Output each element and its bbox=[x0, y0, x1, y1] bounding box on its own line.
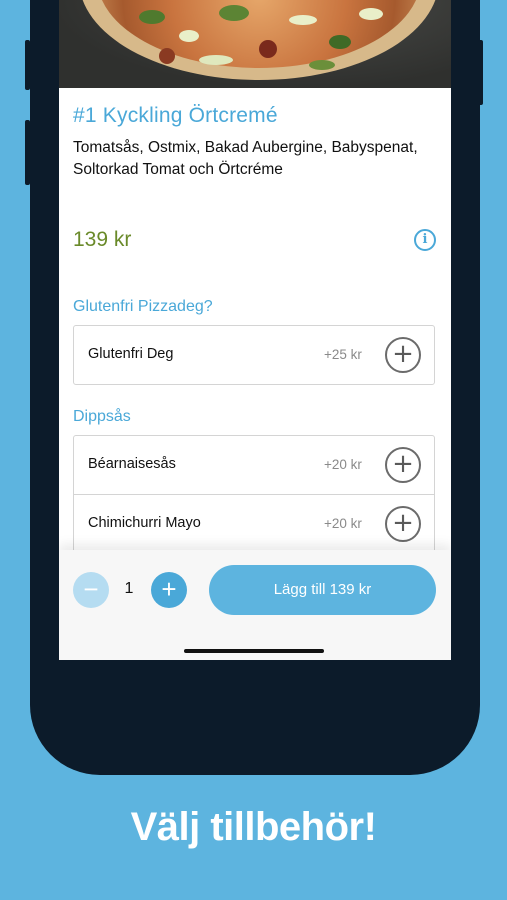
app-screen: #1 Kyckling Örtcremé Tomatsås, Ostmix, B… bbox=[59, 0, 451, 660]
product-description: Tomatsås, Ostmix, Bakad Aubergine, Babys… bbox=[73, 139, 418, 178]
option-row[interactable]: Béarnaisesås +20 kr + bbox=[74, 436, 434, 495]
add-option-button[interactable]: + bbox=[385, 337, 421, 373]
product-title: #1 Kyckling Örtcremé bbox=[73, 104, 278, 127]
cart-bar: − 1 + Lägg till 139 kr bbox=[59, 550, 451, 660]
option-name: Béarnaisesås bbox=[88, 456, 176, 472]
side-button bbox=[25, 120, 30, 185]
option-group-dip: Béarnaisesås +20 kr + Chimichurri Mayo +… bbox=[73, 435, 435, 554]
quantity-value: 1 bbox=[124, 580, 134, 597]
side-button bbox=[478, 40, 483, 105]
info-icon[interactable]: i bbox=[414, 229, 436, 251]
side-button bbox=[25, 40, 30, 90]
option-price: +25 kr bbox=[324, 347, 362, 362]
option-price: +20 kr bbox=[324, 457, 362, 472]
product-price: 139 kr bbox=[73, 228, 132, 251]
add-to-cart-button[interactable]: Lägg till 139 kr bbox=[209, 565, 436, 615]
option-name: Chimichurri Mayo bbox=[88, 515, 201, 531]
increase-quantity-button[interactable]: + bbox=[151, 572, 187, 608]
section-title-dip: Dippsås bbox=[73, 408, 131, 425]
option-group-gluten: Glutenfri Deg +25 kr + bbox=[73, 325, 435, 385]
decrease-quantity-button[interactable]: − bbox=[73, 572, 109, 608]
add-option-button[interactable]: + bbox=[385, 506, 421, 542]
option-name: Glutenfri Deg bbox=[88, 346, 174, 362]
product-image bbox=[59, 0, 451, 88]
section-title-gluten: Glutenfri Pizzadeg? bbox=[73, 298, 213, 315]
promo-caption: Välj tillbehör! bbox=[130, 805, 377, 849]
home-indicator bbox=[184, 649, 324, 653]
add-option-button[interactable]: + bbox=[385, 447, 421, 483]
option-row[interactable]: Chimichurri Mayo +20 kr + bbox=[74, 495, 434, 553]
option-row[interactable]: Glutenfri Deg +25 kr + bbox=[74, 326, 434, 384]
option-price: +20 kr bbox=[324, 516, 362, 531]
